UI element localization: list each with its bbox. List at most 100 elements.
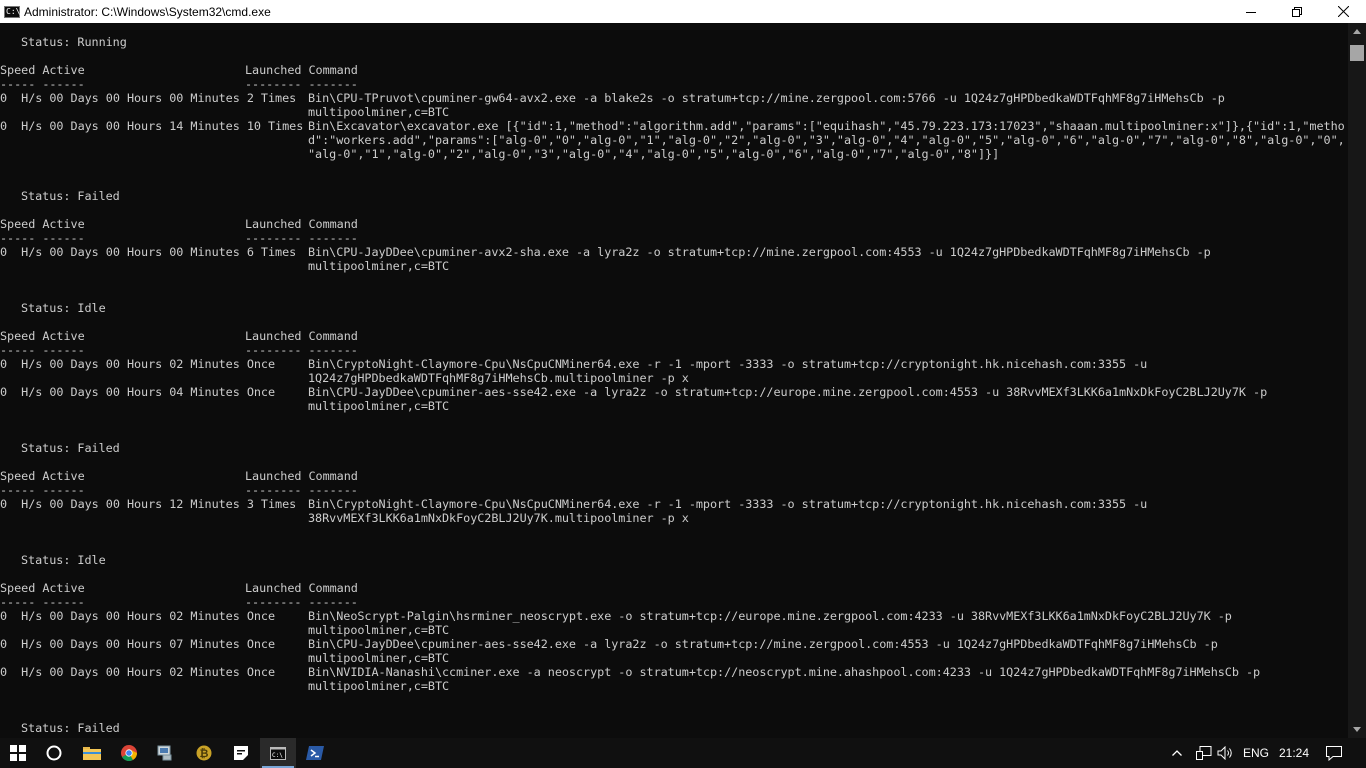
console-line: Launched Command — [245, 469, 358, 483]
minimize-button[interactable] — [1228, 0, 1274, 23]
powershell-icon — [306, 746, 324, 760]
taskbar: ₿ C:\ ENG 21:24 — [0, 738, 1366, 768]
console-line: -------- ------- — [245, 231, 358, 245]
console-line: 0 H/s 00 Days 00 Hours 00 Minutes 2 Time… — [0, 91, 297, 105]
chrome-icon — [121, 745, 137, 761]
cmd-taskbar-button[interactable]: C:\ — [260, 738, 296, 768]
restore-button[interactable] — [1274, 0, 1320, 23]
console-line: -------- ------- — [245, 77, 358, 91]
console-line: Speed Active — [0, 329, 85, 343]
console-line: ----- ------ — [0, 595, 85, 609]
start-button[interactable] — [0, 738, 36, 768]
network-app-button[interactable] — [148, 738, 184, 768]
close-icon — [1337, 6, 1349, 17]
close-button[interactable] — [1320, 0, 1366, 23]
window-controls — [1228, 0, 1366, 23]
console-status-line: Status: Failed — [21, 189, 120, 203]
cortana-circle-icon — [46, 745, 62, 761]
note-icon — [234, 746, 248, 760]
console-command-line: multipoolminer,c=BTC — [308, 679, 450, 693]
console-output[interactable]: Status: Running Speed Active Launched Comm… — [0, 23, 1348, 738]
console-command-line: Bin\CPU-JayDDee\cpuminer-avx2-sha.exe -a… — [308, 245, 1211, 259]
console-line: 0 H/s 00 Days 00 Hours 02 Minutes Once — [0, 357, 276, 371]
chevron-up-icon — [1172, 750, 1182, 756]
console-line: 0 H/s 00 Days 00 Hours 14 Minutes 10 Tim… — [0, 119, 304, 133]
cmd-icon: C:\ — [270, 746, 286, 760]
console-command-line: Bin\CPU-JayDDee\cpuminer-aes-sse42.exe -… — [308, 385, 1268, 399]
console-command-line: Bin\CPU-TPruvot\cpuminer-gw64-avx2.exe -… — [308, 91, 1225, 105]
cmd-app-icon[interactable]: C:\ — [4, 5, 20, 18]
console-status-line: Status: Failed — [21, 721, 120, 735]
console-command-line: multipoolminer,c=BTC — [308, 623, 450, 637]
speaker-icon — [1217, 746, 1232, 760]
console-command-line: 1Q24z7gHPDbedkaWDTFqhMF8g7iHMehsCb.multi… — [308, 371, 689, 385]
console-line: -------- ------- — [245, 343, 358, 357]
console-line: Launched Command — [245, 329, 358, 343]
window-titlebar[interactable]: C:\ Administrator: C:\Windows\System32\c… — [0, 0, 1366, 23]
scroll-down-arrow-icon[interactable] — [1348, 721, 1366, 738]
console-command-line: Bin\Excavator\excavator.exe [{"id":1,"me… — [308, 119, 1345, 133]
console-line: Launched Command — [245, 63, 358, 77]
console-line: -------- ------- — [245, 483, 358, 497]
minimize-icon — [1246, 11, 1256, 13]
console-line: -------- ------- — [245, 595, 358, 609]
console-command-line: multipoolminer,c=BTC — [308, 259, 450, 273]
console-command-line: Bin\NeoScrypt-Palgin\hsrminer_neoscrypt.… — [308, 609, 1232, 623]
restore-icon — [1292, 6, 1302, 17]
console-line: ----- ------ — [0, 231, 85, 245]
console-status-line: Status: Failed — [21, 441, 120, 455]
console-line: Speed Active — [0, 217, 85, 231]
console-line: 0 H/s 00 Days 00 Hours 02 Minutes Once — [0, 665, 276, 679]
powershell-button[interactable] — [297, 738, 333, 768]
console-line: ----- ------ — [0, 77, 85, 91]
console-command-line: "alg-0","1","alg-0","2","alg-0","3","alg… — [308, 147, 1000, 161]
console-line: Speed Active — [0, 581, 85, 595]
console-status-line: Status: Idle — [21, 301, 106, 315]
console-status-line: Status: Idle — [21, 553, 106, 567]
console-line: ----- ------ — [0, 343, 85, 357]
taskbar-clock[interactable]: 21:24 — [1278, 738, 1310, 768]
console-command-line: Bin\NVIDIA-Nanashi\ccminer.exe -a neoscr… — [308, 665, 1261, 679]
console-command-line: Bin\CryptoNight-Claymore-Cpu\NsCpuCNMine… — [308, 357, 1148, 371]
console-line: Speed Active — [0, 469, 85, 483]
sticky-notes-button[interactable] — [223, 738, 259, 768]
windows-logo-icon — [10, 745, 26, 761]
bitcoin-wallet-button[interactable]: ₿ — [186, 738, 222, 768]
console-command-line: 38RvvMEXf3LKK6a1mNxDkFoyC2BLJ2Uy7K.multi… — [308, 511, 689, 525]
language-indicator[interactable]: ENG — [1242, 738, 1270, 768]
console-line: 0 H/s 00 Days 00 Hours 12 Minutes 3 Time… — [0, 497, 297, 511]
console-line: 0 H/s 00 Days 00 Hours 02 Minutes Once — [0, 609, 276, 623]
svg-text:C:\: C:\ — [272, 752, 283, 759]
console-command-line: Bin\CryptoNight-Claymore-Cpu\NsCpuCNMine… — [308, 497, 1148, 511]
action-center-button[interactable] — [1322, 738, 1346, 768]
console-line: Launched Command — [245, 581, 358, 595]
console-line: ----- ------ — [0, 483, 85, 497]
console-command-line: d":"workers.add","params":["alg-0","0","… — [308, 133, 1345, 147]
scroll-thumb[interactable] — [1350, 45, 1364, 61]
console-scrollbar[interactable] — [1348, 23, 1366, 738]
cortana-button[interactable] — [36, 738, 72, 768]
folder-icon — [83, 747, 101, 760]
console-command-line: multipoolminer,c=BTC — [308, 651, 450, 665]
console-line: Speed Active — [0, 63, 85, 77]
notification-icon — [1326, 745, 1342, 761]
file-explorer-button[interactable] — [74, 738, 110, 768]
bitcoin-icon: ₿ — [196, 745, 212, 761]
volume-tray-button[interactable] — [1216, 738, 1236, 768]
console-line: Launched Command — [245, 217, 358, 231]
svg-text:₿: ₿ — [200, 747, 209, 760]
console-line: 0 H/s 00 Days 00 Hours 04 Minutes Once — [0, 385, 276, 399]
show-hidden-icons-button[interactable] — [1168, 738, 1186, 768]
console-line: 0 H/s 00 Days 00 Hours 07 Minutes Once — [0, 637, 276, 651]
window-title: Administrator: C:\Windows\System32\cmd.e… — [24, 4, 271, 19]
scroll-up-arrow-icon[interactable] — [1348, 23, 1366, 40]
console-status-line: Status: Running — [21, 35, 127, 49]
network-tray-button[interactable] — [1194, 738, 1214, 768]
network-computer-icon — [157, 745, 172, 761]
console-line: 0 H/s 00 Days 00 Hours 00 Minutes 6 Time… — [0, 245, 297, 259]
network-wired-icon — [1196, 746, 1212, 760]
console-command-line: Bin\CPU-JayDDee\cpuminer-aes-sse42.exe -… — [308, 637, 1218, 651]
console-command-line: multipoolminer,c=BTC — [308, 399, 450, 413]
chrome-button[interactable] — [111, 738, 147, 768]
console-command-line: multipoolminer,c=BTC — [308, 105, 450, 119]
